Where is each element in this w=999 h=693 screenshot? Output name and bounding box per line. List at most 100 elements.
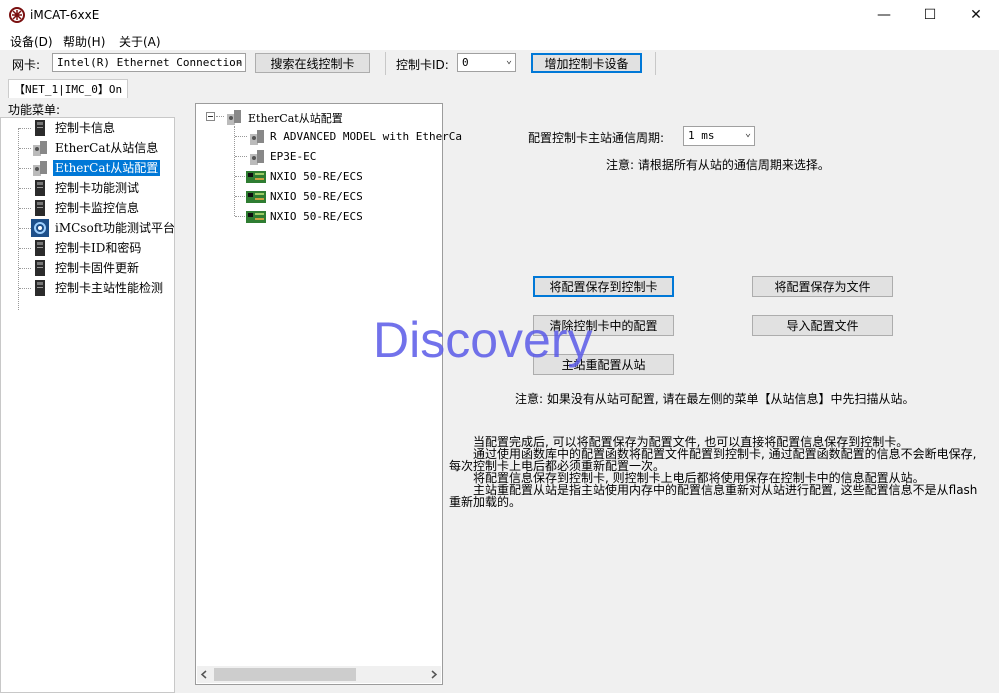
function-menu-tree: 控制卡信息 EtherCat从站信息 EtherCat从站配置 控制卡功能测试 … bbox=[0, 117, 175, 693]
toolbar: 网卡: Intel(R) Ethernet Connection ⌄ 搜索在线控… bbox=[0, 50, 999, 77]
chevron-down-icon: ⌄ bbox=[744, 128, 751, 139]
menu-item-card-info[interactable]: 控制卡信息 bbox=[1, 118, 176, 138]
menu-item-master-performance-check[interactable]: 控制卡主站性能检测 bbox=[1, 278, 176, 298]
card-icon bbox=[35, 200, 45, 216]
menu-item-label: 控制卡ID和密码 bbox=[55, 241, 142, 255]
tree-item-label: NXIO 50-RE/ECS bbox=[270, 170, 363, 183]
card-icon bbox=[35, 180, 45, 196]
help-text: 当配置完成后, 可以将配置保存为配置文件, 也可以直接将配置信息保存到控制卡。 … bbox=[449, 436, 994, 508]
tree-item-slave[interactable]: NXIO 50-RE/ECS bbox=[196, 167, 442, 187]
menu-item-ethercat-slave-info[interactable]: EtherCat从站信息 bbox=[1, 138, 176, 158]
add-card-device-button[interactable]: 增加控制卡设备 bbox=[531, 53, 642, 73]
scrollbar-thumb[interactable] bbox=[214, 668, 356, 681]
horizontal-scrollbar[interactable] bbox=[197, 666, 441, 683]
scroll-left-icon[interactable] bbox=[200, 670, 208, 679]
tree-root-label: EtherCat从站配置 bbox=[248, 112, 343, 125]
tree-item-label: NXIO 50-RE/ECS bbox=[270, 190, 363, 203]
tree-root-ethercat-slave-config[interactable]: EtherCat从站配置 bbox=[196, 107, 442, 127]
tree-item-slave[interactable]: EP3E-EC bbox=[196, 147, 442, 167]
servo-icon bbox=[250, 130, 264, 145]
menu-item-card-firmware-update[interactable]: 控制卡固件更新 bbox=[1, 258, 176, 278]
io-board-icon bbox=[246, 211, 266, 223]
title-bar: iMCAT-6xxE — ☐ ✕ bbox=[0, 0, 999, 30]
tree-line bbox=[19, 168, 31, 169]
slave-icon bbox=[33, 141, 47, 156]
menu-item-label: 控制卡固件更新 bbox=[55, 261, 140, 275]
import-config-file-button[interactable]: 导入配置文件 bbox=[752, 315, 893, 336]
menu-item-imcsoft-test-platform[interactable]: iMCsoft功能测试平台 bbox=[1, 218, 176, 238]
card-id-value: 0 bbox=[462, 56, 469, 69]
tree-item-slave[interactable]: R ADVANCED MODEL with EtherCa bbox=[196, 127, 462, 147]
menu-item-ethercat-slave-config[interactable]: EtherCat从站配置 bbox=[1, 158, 176, 178]
menu-item-label: 控制卡监控信息 bbox=[55, 201, 140, 215]
watermark: Discovery bbox=[373, 312, 593, 368]
save-config-to-file-button[interactable]: 将配置保存为文件 bbox=[752, 276, 893, 297]
menu-about[interactable]: 关于(A) bbox=[119, 33, 161, 50]
tree-line bbox=[19, 228, 31, 229]
toolbar-separator bbox=[655, 52, 656, 75]
tree-line bbox=[19, 288, 31, 289]
menu-item-label: EtherCat从站信息 bbox=[55, 141, 159, 155]
tree-line bbox=[235, 156, 247, 157]
tree-line bbox=[19, 148, 31, 149]
servo-icon bbox=[250, 150, 264, 165]
card-icon bbox=[35, 260, 45, 276]
search-online-card-button[interactable]: 搜索在线控制卡 bbox=[255, 53, 370, 73]
io-board-icon bbox=[246, 191, 266, 203]
tree-line bbox=[19, 248, 31, 249]
card-icon bbox=[35, 240, 45, 256]
help-line: 主站重配置从站是指主站使用内存中的配置信息重新对从站进行配置, 这些配置信息不是… bbox=[449, 483, 978, 497]
toolbar-separator bbox=[385, 52, 386, 75]
menu-device[interactable]: 设备(D) bbox=[10, 33, 53, 50]
card-id-label: 控制卡ID: bbox=[396, 58, 449, 72]
chevron-down-icon: ⌄ bbox=[235, 55, 242, 66]
collapse-icon[interactable] bbox=[206, 112, 215, 121]
tree-line bbox=[216, 116, 224, 117]
menu-item-card-function-test[interactable]: 控制卡功能测试 bbox=[1, 178, 176, 198]
menu-item-label: 控制卡功能测试 bbox=[55, 181, 140, 195]
nic-select-value: Intel(R) Ethernet Connection bbox=[57, 56, 243, 69]
scan-note: 注意: 如果没有从站可配置, 请在最左侧的菜单【从站信息】中先扫描从站。 bbox=[515, 392, 915, 406]
nic-select[interactable]: Intel(R) Ethernet Connection ⌄ bbox=[52, 53, 246, 72]
close-button[interactable]: ✕ bbox=[953, 0, 999, 30]
panel-splitter[interactable] bbox=[177, 97, 185, 693]
period-note: 注意: 请根据所有从站的通信周期来选择。 bbox=[606, 158, 830, 172]
gear-app-icon bbox=[31, 219, 49, 237]
menu-item-label: 控制卡主站性能检测 bbox=[55, 281, 164, 295]
menu-item-card-id-password[interactable]: 控制卡ID和密码 bbox=[1, 238, 176, 258]
scroll-right-icon[interactable] bbox=[430, 670, 438, 679]
tree-item-label: NXIO 50-RE/ECS bbox=[270, 210, 363, 223]
slave-config-panel: 配置控制卡主站通信周期: 1 ms ⌄ 注意: 请根据所有从站的通信周期来选择。… bbox=[447, 103, 999, 693]
card-icon bbox=[35, 120, 45, 136]
tree-line bbox=[19, 268, 31, 269]
window-title: iMCAT-6xxE bbox=[30, 8, 100, 22]
help-line: 重新加载的。 bbox=[449, 495, 522, 509]
menu-item-card-monitor-info[interactable]: 控制卡监控信息 bbox=[1, 198, 176, 218]
slave-config-tree: EtherCat从站配置 R ADVANCED MODEL with Ether… bbox=[195, 103, 462, 685]
menu-item-label: 控制卡信息 bbox=[55, 121, 116, 135]
io-board-icon bbox=[246, 171, 266, 183]
function-menu-header: 功能菜单: bbox=[8, 103, 61, 117]
maximize-button[interactable]: ☐ bbox=[907, 0, 953, 30]
card-id-select[interactable]: 0 ⌄ bbox=[457, 53, 516, 72]
tree-line bbox=[19, 208, 31, 209]
tab-net1-imc0[interactable]: 【NET_1|IMC_0】On bbox=[8, 79, 129, 98]
save-config-to-card-button[interactable]: 将配置保存到控制卡 bbox=[533, 276, 674, 297]
menu-bar: 设备(D) 帮助(H) 关于(A) bbox=[0, 30, 999, 50]
app-logo-icon bbox=[9, 7, 25, 23]
tree-item-slave[interactable]: NXIO 50-RE/ECS bbox=[196, 207, 442, 227]
tree-item-label: EP3E-EC bbox=[270, 150, 317, 163]
tab-strip: 【NET_1|IMC_0】On bbox=[0, 77, 999, 98]
period-label: 配置控制卡主站通信周期: bbox=[528, 131, 665, 145]
slave-icon bbox=[33, 161, 47, 176]
menu-item-label: EtherCat从站配置 bbox=[51, 159, 162, 177]
tree-item-slave[interactable]: NXIO 50-RE/ECS bbox=[196, 187, 442, 207]
nic-label: 网卡: bbox=[12, 58, 41, 72]
slave-icon bbox=[227, 110, 241, 125]
tree-item-label: R ADVANCED MODEL with EtherCa bbox=[270, 130, 463, 143]
card-icon bbox=[35, 280, 45, 296]
minimize-button[interactable]: — bbox=[861, 0, 907, 30]
menu-help[interactable]: 帮助(H) bbox=[63, 33, 105, 50]
menu-item-label: iMCsoft功能测试平台 bbox=[55, 221, 175, 235]
period-select[interactable]: 1 ms ⌄ bbox=[683, 126, 755, 146]
